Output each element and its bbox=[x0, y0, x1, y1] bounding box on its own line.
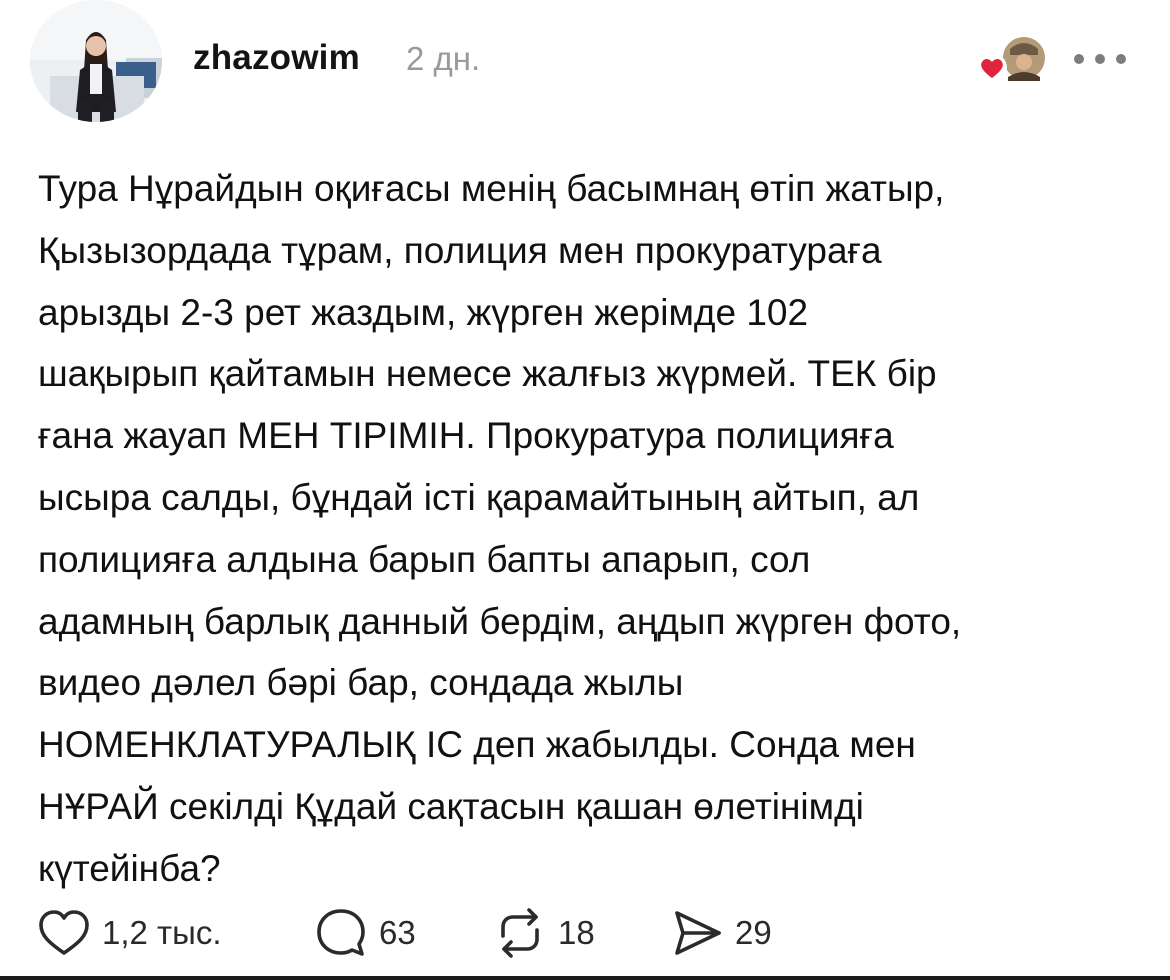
repost-arrows-icon bbox=[501, 908, 539, 958]
more-options-icon[interactable] bbox=[1074, 52, 1126, 66]
post-timestamp: 2 дн. bbox=[406, 40, 481, 77]
more-dot bbox=[1074, 54, 1084, 64]
repost-button[interactable]: 18 bbox=[492, 905, 595, 961]
author-avatar[interactable] bbox=[30, 0, 162, 122]
repost-count: 18 bbox=[558, 914, 595, 951]
post-text-line: арызды 2-3 рет жаздым, жүрген жерімде 10… bbox=[38, 291, 809, 333]
post-text-line: полицияға алдына барып бапты апарып, сол bbox=[38, 538, 811, 580]
share-button[interactable]: 29 bbox=[669, 905, 772, 961]
comment-count: 63 bbox=[379, 914, 416, 951]
more-dot bbox=[1095, 54, 1105, 64]
red-heart-icon bbox=[977, 53, 1007, 83]
share-count: 29 bbox=[735, 914, 772, 951]
speech-bubble-icon bbox=[317, 909, 365, 956]
post-text-line: ысыра салды, бұндай істі қарамайтының ай… bbox=[38, 476, 920, 518]
post-text-line: видео дәлел бәрі бар, сондада жылы bbox=[38, 662, 684, 704]
post-text-line: күтейінба? bbox=[38, 847, 221, 889]
thread-post: zhazowim 2 дн. Тура Нұрайдын оқиғасы мен… bbox=[0, 0, 1170, 980]
more-dot bbox=[1116, 54, 1126, 64]
post-text-line: Қызызордада тұрам, полиция мен прокурату… bbox=[38, 229, 882, 271]
liked-by-badge[interactable] bbox=[976, 35, 1048, 85]
post-text-line: шақырып қайтамын немесе жалғыз жүрмей. Т… bbox=[38, 353, 937, 395]
paper-plane-icon bbox=[675, 911, 721, 955]
avatar-photo bbox=[30, 0, 162, 122]
comment-button[interactable]: 63 bbox=[313, 905, 416, 961]
post-text-line: НҰРАЙ секілді Құдай сақтасын қашан өлеті… bbox=[38, 785, 864, 827]
post-text-line: адамның барлық данный бердім, аңдып жүрг… bbox=[38, 600, 962, 642]
post-text-line: НОМЕНКЛАТУРАЛЫҚ ІС деп жабылды. Сонда ме… bbox=[38, 724, 916, 766]
post-text: Тура Нұрайдын оқиғасы менің басымнаң өті… bbox=[38, 158, 1148, 900]
like-button[interactable]: 1,2 тыс. bbox=[36, 905, 222, 961]
author-username[interactable]: zhazowim bbox=[193, 38, 360, 78]
post-text-line: Тура Нұрайдын оқиғасы менің басымнаң өті… bbox=[38, 168, 945, 209]
post-text-line: ғана жауап МЕН ТІРІМІН. Прокуратура поли… bbox=[38, 415, 894, 457]
heart-outline-icon bbox=[39, 910, 89, 955]
post-actions: 1,2 тыс. 63 18 29 bbox=[36, 905, 1136, 961]
liker-avatar-icon bbox=[1001, 35, 1047, 81]
like-count: 1,2 тыс. bbox=[102, 914, 222, 951]
divider bbox=[0, 976, 1170, 980]
